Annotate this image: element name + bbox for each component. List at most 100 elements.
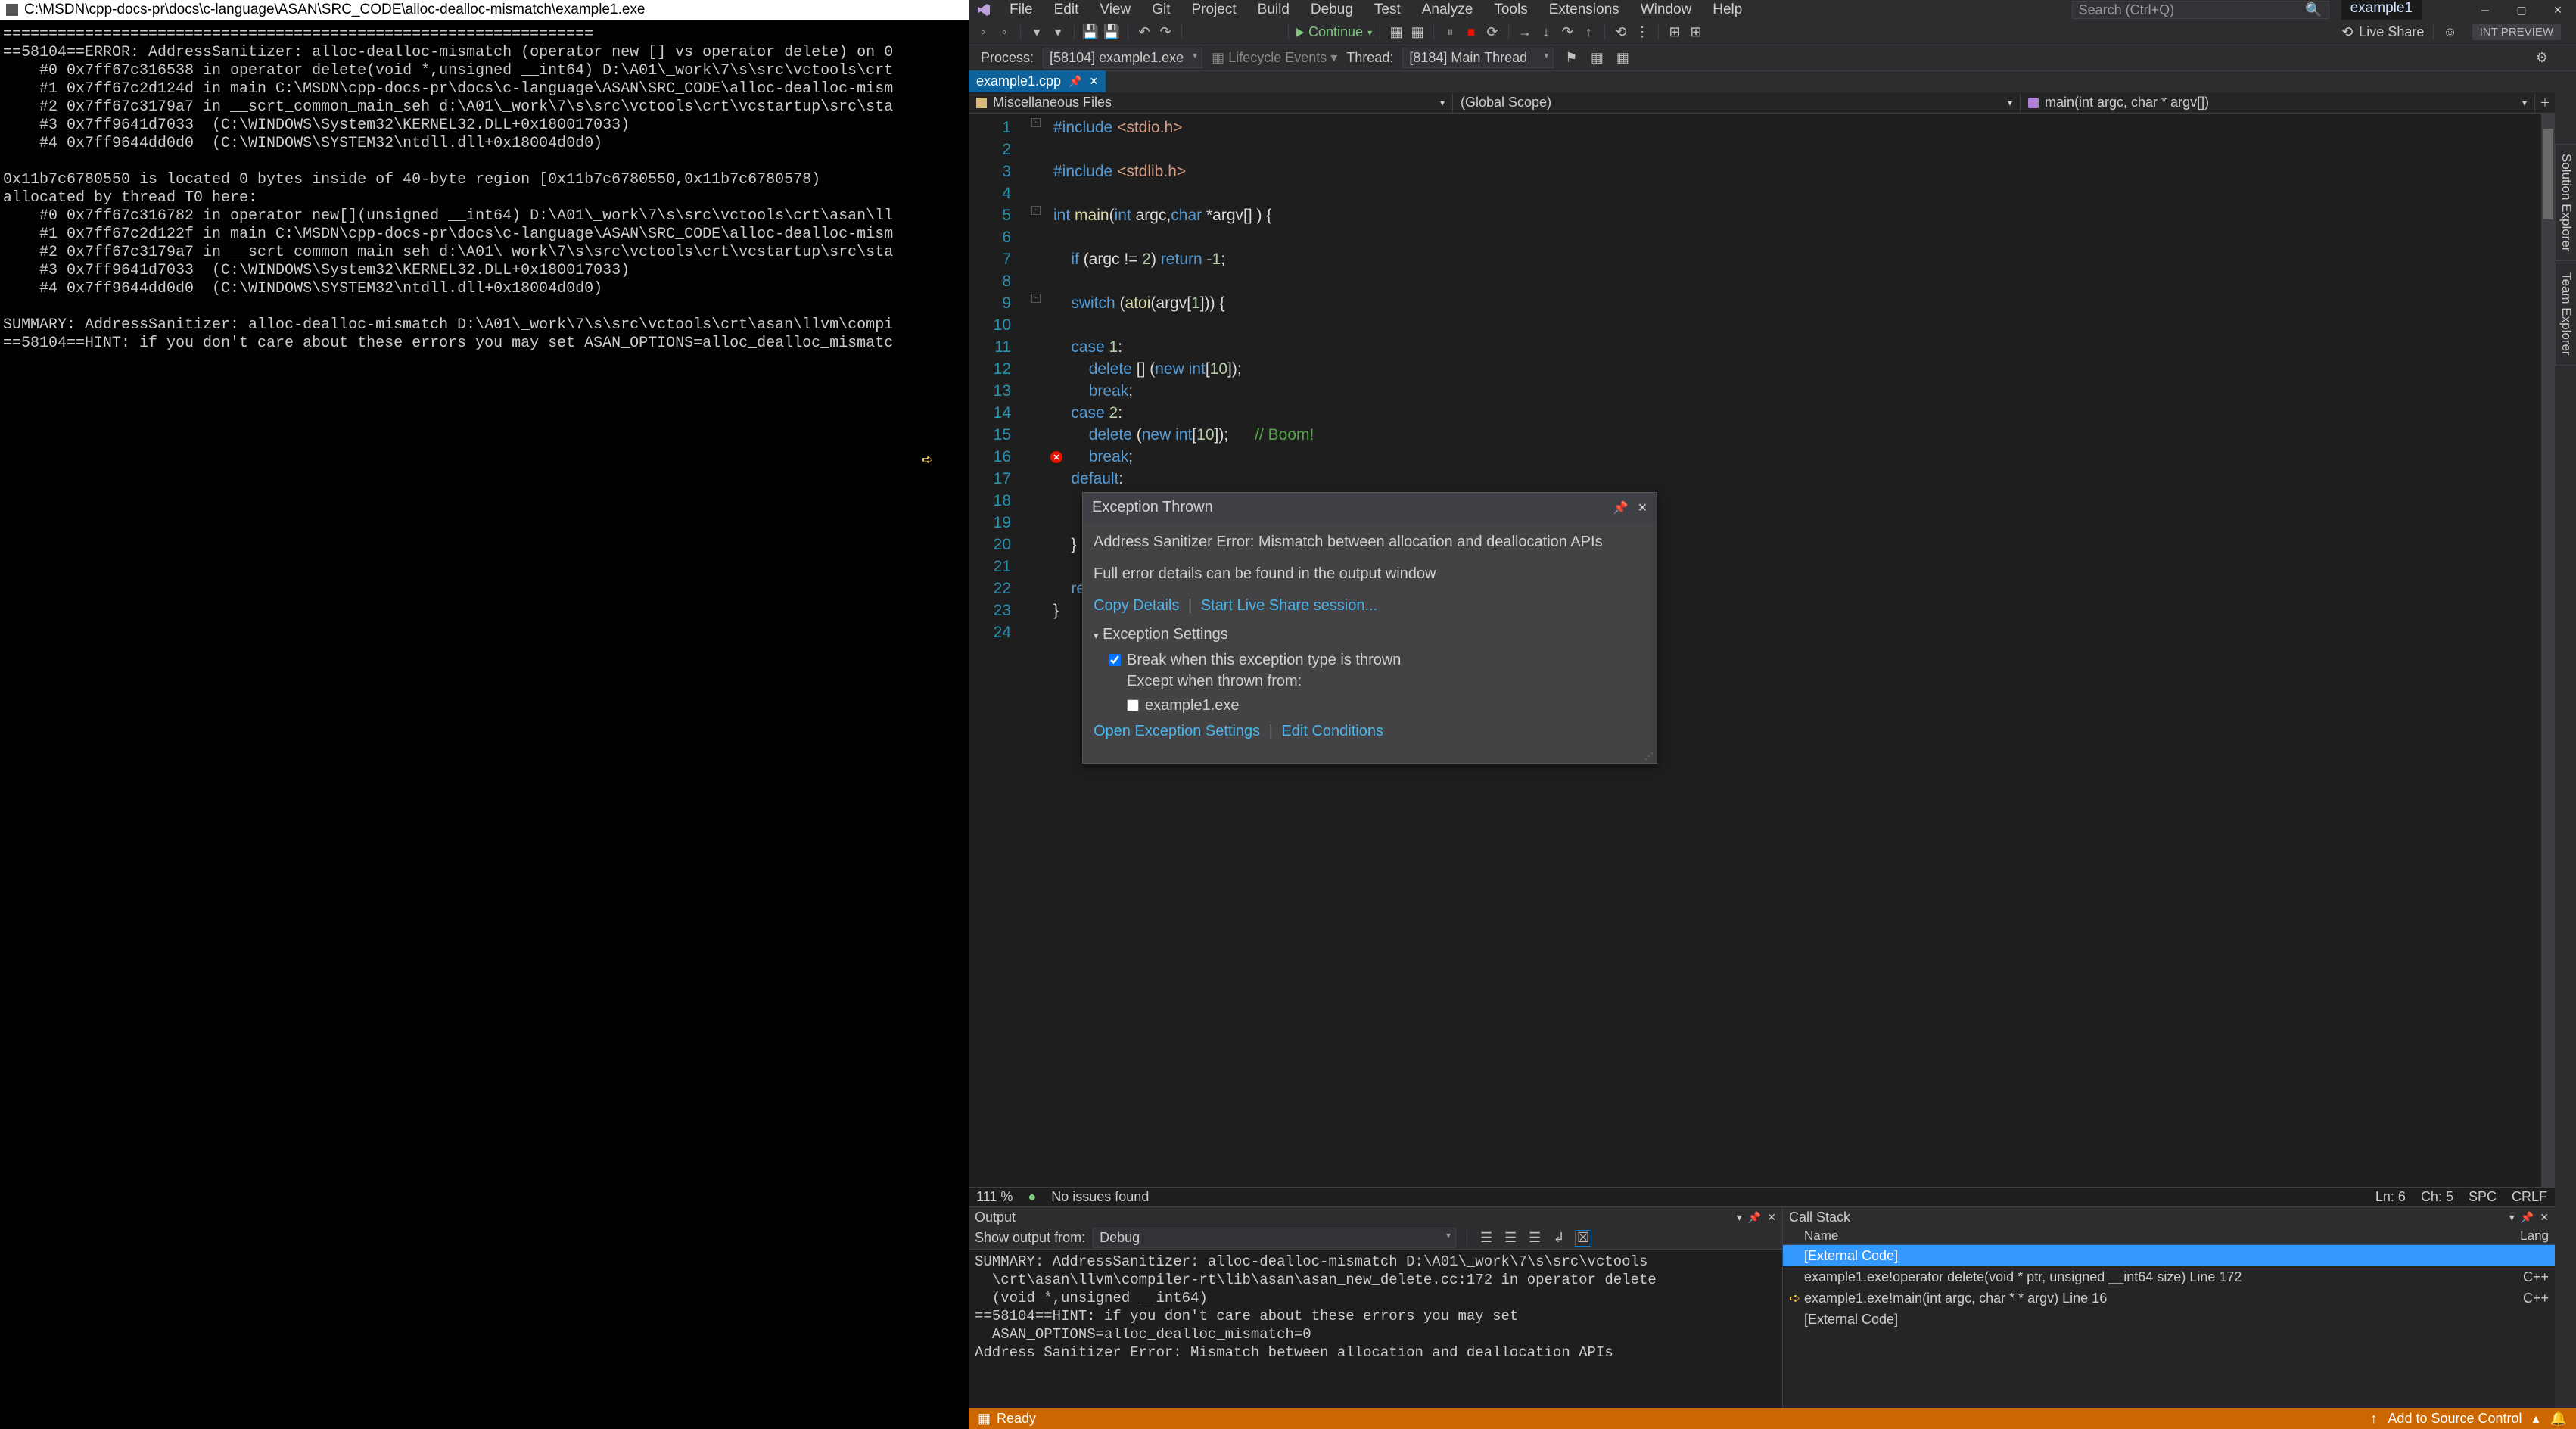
callstack-row[interactable]: ➪ example1.exe!main(int argc, char * * a… bbox=[1783, 1287, 2555, 1309]
nav-fwd-icon[interactable]: ◦ bbox=[996, 24, 1013, 41]
lifecycle-label[interactable]: Lifecycle Events bbox=[1228, 50, 1327, 65]
pane-pin-icon[interactable]: 📌 bbox=[2521, 1211, 2534, 1224]
zoom-level[interactable]: 111 % bbox=[976, 1189, 1013, 1205]
save-all-icon[interactable]: 💾 bbox=[1103, 24, 1120, 41]
menu-help[interactable]: Help bbox=[1702, 2, 1753, 18]
restart-icon[interactable]: ⟳ bbox=[1484, 24, 1501, 41]
fold-icon[interactable]: - bbox=[1031, 118, 1041, 127]
menu-project[interactable]: Project bbox=[1181, 2, 1247, 18]
exception-pin-icon[interactable]: 📌 bbox=[1613, 500, 1629, 515]
vs-titlebar[interactable]: File Edit View Git Project Build Debug T… bbox=[969, 0, 2576, 20]
menu-tools[interactable]: Tools bbox=[1483, 2, 1538, 18]
indent-mode[interactable]: SPC bbox=[2469, 1189, 2497, 1205]
liveshare-session-link[interactable]: Start Live Share session... bbox=[1201, 597, 1377, 614]
callstack-row[interactable]: [External Code] bbox=[1783, 1309, 2555, 1330]
output-header[interactable]: Output ▾ 📌 ✕ bbox=[969, 1207, 1782, 1227]
code-editor[interactable]: 123456789101112131415161718192021222324 … bbox=[969, 114, 2555, 1187]
tb2-icon-1[interactable]: ▦ bbox=[1588, 50, 1605, 67]
search-box[interactable]: Search (Ctrl+Q) 🔍 bbox=[2072, 1, 2329, 19]
pane-close-icon[interactable]: ✕ bbox=[2540, 1211, 2549, 1224]
step-next-icon[interactable]: → bbox=[1517, 24, 1533, 41]
error-indicator-icon[interactable]: ✕ bbox=[1050, 451, 1062, 463]
editor-scrollbar[interactable] bbox=[2541, 114, 2555, 1187]
maximize-button[interactable]: ▢ bbox=[2503, 4, 2540, 17]
exception-header[interactable]: Exception Thrown 📌 ✕ bbox=[1083, 493, 1657, 522]
solution-explorer-tab[interactable]: Solution Explorer bbox=[2555, 144, 2576, 261]
tb2-icon-2[interactable]: ▦ bbox=[1614, 50, 1631, 67]
pause-icon[interactable]: ⏸ bbox=[1442, 24, 1458, 41]
output-tb-icon-2[interactable]: ☰ bbox=[1502, 1230, 1519, 1247]
nav-function[interactable]: main(int argc, char * argv[]) ▾ bbox=[2021, 93, 2535, 112]
tb-icon-2[interactable]: ▦ bbox=[1409, 24, 1426, 41]
menu-window[interactable]: Window bbox=[1630, 2, 1703, 18]
module-checkbox[interactable] bbox=[1127, 699, 1139, 711]
step-over-icon[interactable]: ↷ bbox=[1559, 24, 1576, 41]
nav-back-icon[interactable]: ◦ bbox=[975, 24, 991, 41]
pane-dropdown-icon[interactable]: ▾ bbox=[2509, 1211, 2515, 1224]
redo-icon[interactable]: ↷ bbox=[1157, 24, 1174, 41]
pane-pin-icon[interactable]: 📌 bbox=[1748, 1211, 1761, 1224]
pane-dropdown-icon[interactable]: ▾ bbox=[1737, 1211, 1742, 1224]
process-combo[interactable]: [58104] example1.exe bbox=[1043, 48, 1202, 68]
edit-conditions-link[interactable]: Edit Conditions bbox=[1281, 723, 1383, 739]
tb-icon-4[interactable]: ⋮ bbox=[1634, 24, 1650, 41]
menu-debug[interactable]: Debug bbox=[1300, 2, 1364, 18]
line-pos[interactable]: Ln: 6 bbox=[2375, 1189, 2406, 1205]
issues-label[interactable]: No issues found bbox=[1051, 1189, 1149, 1205]
output-tb-icon-1[interactable]: ☰ bbox=[1478, 1230, 1495, 1247]
team-explorer-tab[interactable]: Team Explorer bbox=[2555, 263, 2576, 366]
tb-icon-5[interactable]: ⊞ bbox=[1666, 24, 1683, 41]
chevron-up-icon[interactable]: ▴ bbox=[2533, 1411, 2540, 1427]
menu-git[interactable]: Git bbox=[1141, 2, 1181, 18]
break-checkbox[interactable] bbox=[1109, 654, 1121, 666]
step-out-icon[interactable]: ↑ bbox=[1580, 24, 1597, 41]
chevron-down-icon[interactable]: ▾ bbox=[1094, 630, 1099, 641]
menu-edit[interactable]: Edit bbox=[1044, 2, 1090, 18]
callstack-header[interactable]: Call Stack ▾ 📌 ✕ bbox=[1783, 1207, 2555, 1227]
fold-icon[interactable]: - bbox=[1031, 294, 1041, 303]
feedback-icon[interactable]: ☺ bbox=[2443, 24, 2456, 40]
callstack-columns[interactable]: Name Lang bbox=[1783, 1227, 2555, 1245]
new-icon[interactable]: ▾ bbox=[1028, 24, 1045, 41]
step-into-icon[interactable]: ↓ bbox=[1538, 24, 1554, 41]
notifications-icon[interactable]: 🔔 bbox=[2550, 1411, 2567, 1427]
output-source-combo[interactable]: Debug bbox=[1093, 1228, 1456, 1248]
settings-icon[interactable]: ⚙ bbox=[2534, 50, 2550, 67]
menu-analyze[interactable]: Analyze bbox=[1411, 2, 1484, 18]
liveshare-button[interactable]: Live Share bbox=[2359, 24, 2424, 40]
open-icon[interactable]: ▾ bbox=[1050, 24, 1066, 41]
save-icon[interactable]: 💾 bbox=[1082, 24, 1099, 41]
callstack-row[interactable]: [External Code] bbox=[1783, 1245, 2555, 1266]
source-control-button[interactable]: Add to Source Control bbox=[2388, 1411, 2522, 1427]
exception-settings-label[interactable]: Exception Settings bbox=[1103, 626, 1228, 643]
tb-icon-1[interactable]: ▦ bbox=[1388, 24, 1405, 41]
nav-scope[interactable]: (Global Scope) ▾ bbox=[1453, 93, 2021, 112]
menu-build[interactable]: Build bbox=[1247, 2, 1300, 18]
tb-icon-3[interactable]: ⟲ bbox=[1613, 24, 1629, 41]
output-tb-icon-3[interactable]: ☰ bbox=[1526, 1230, 1543, 1247]
output-clear-icon[interactable]: ☒ bbox=[1575, 1230, 1591, 1247]
menu-test[interactable]: Test bbox=[1364, 2, 1411, 18]
fold-gutter[interactable]: - - - bbox=[1029, 114, 1047, 1187]
menu-file[interactable]: File bbox=[999, 2, 1044, 18]
thread-combo[interactable]: [8184] Main Thread bbox=[1402, 48, 1554, 68]
output-wrap-icon[interactable]: ↲ bbox=[1551, 1230, 1567, 1247]
tb-icon-6[interactable]: ⊞ bbox=[1688, 24, 1704, 41]
console-titlebar[interactable]: C:\MSDN\cpp-docs-pr\docs\c-language\ASAN… bbox=[0, 0, 969, 20]
menu-view[interactable]: View bbox=[1089, 2, 1141, 18]
tab-close-icon[interactable]: ✕ bbox=[1090, 75, 1099, 88]
console-output[interactable]: ========================================… bbox=[0, 20, 969, 1429]
doc-tab-example1[interactable]: example1.cpp 📌 ✕ bbox=[969, 70, 1106, 92]
undo-icon[interactable]: ↶ bbox=[1136, 24, 1153, 41]
eol-mode[interactable]: CRLF bbox=[2512, 1189, 2547, 1205]
fold-icon[interactable]: - bbox=[1031, 206, 1041, 215]
copy-details-link[interactable]: Copy Details bbox=[1094, 597, 1179, 614]
callstack-row[interactable]: example1.exe!operator delete(void * ptr,… bbox=[1783, 1266, 2555, 1287]
pane-close-icon[interactable]: ✕ bbox=[1767, 1211, 1776, 1224]
nav-project[interactable]: Miscellaneous Files ▾ bbox=[969, 93, 1453, 112]
solution-name-tab[interactable]: example1 bbox=[2341, 0, 2422, 21]
exception-close-icon[interactable]: ✕ bbox=[1638, 500, 1647, 515]
minimize-button[interactable]: ─ bbox=[2467, 4, 2503, 16]
continue-button[interactable]: Continue ▾ bbox=[1296, 24, 1372, 40]
pin-icon[interactable]: 📌 bbox=[1069, 75, 1081, 88]
